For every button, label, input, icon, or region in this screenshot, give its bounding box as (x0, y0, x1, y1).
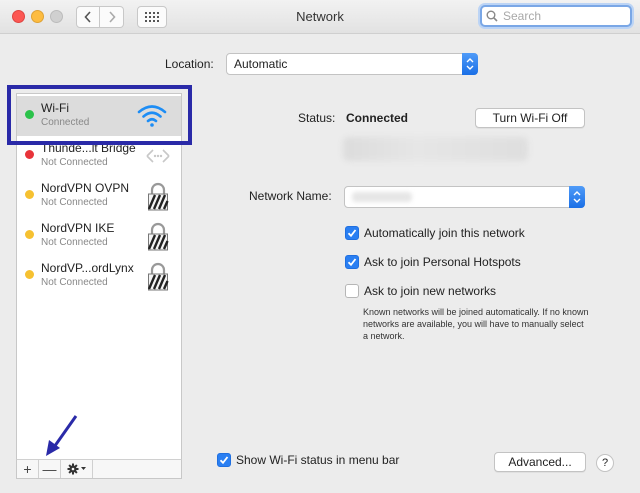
checkmark-icon (347, 258, 357, 267)
ask-new-networks-checkbox[interactable] (345, 284, 359, 298)
checkbox-label: Ask to join Personal Hotspots (364, 255, 521, 269)
service-item-nordvpn-ovpn[interactable]: NordVPN OVPN Not Connected (17, 176, 181, 216)
annotation-arrow-icon (46, 415, 78, 456)
checkbox-label: Ask to join new networks (364, 284, 497, 298)
redacted-status-detail (343, 137, 528, 161)
title-bar: Network (0, 0, 640, 34)
status-dot-yellow (25, 230, 34, 239)
search-input[interactable] (501, 8, 621, 24)
vpn-lock-icon (147, 182, 169, 211)
redacted-network-name (352, 192, 412, 202)
status-dot-red (25, 150, 34, 159)
location-label: Location: (165, 57, 214, 71)
add-service-button[interactable]: + (17, 460, 39, 478)
checkbox-label: Show Wi-Fi status in menu bar (236, 453, 400, 467)
show-wifi-status-checkbox-row[interactable]: Show Wi-Fi status in menu bar (217, 453, 399, 467)
advanced-button[interactable]: Advanced... (494, 452, 586, 472)
auto-join-checkbox[interactable] (345, 226, 359, 240)
status-dot-yellow (25, 190, 34, 199)
service-item-nordvpn-ike[interactable]: NordVPN IKE Not Connected (17, 216, 181, 256)
location-select[interactable]: Automatic (226, 53, 478, 75)
status-value: Connected (346, 111, 409, 125)
known-networks-hint: Known networks will be joined automatica… (363, 307, 589, 341)
status-label: Status: (298, 111, 336, 125)
checkbox-label: Automatically join this network (364, 226, 525, 240)
up-down-arrows-icon (466, 58, 474, 70)
show-wifi-status-checkbox[interactable] (217, 453, 231, 467)
vpn-lock-icon (147, 262, 169, 291)
service-name: NordVP...ordLynx (41, 261, 134, 275)
service-item-nordvpn-nordlynx[interactable]: NordVP...ordLynx Not Connected (17, 256, 181, 296)
sidebar-toolbar: + — (16, 459, 182, 479)
location-stepper (462, 53, 478, 75)
service-name: NordVPN IKE (41, 221, 115, 235)
ask-new-networks-checkbox-row[interactable]: Ask to join new networks (345, 284, 496, 298)
search-field[interactable] (480, 5, 632, 27)
service-status: Not Connected (41, 157, 108, 168)
annotation-highlight-box (7, 85, 192, 145)
ask-hotspots-checkbox[interactable] (345, 255, 359, 269)
remove-service-button[interactable]: — (39, 460, 61, 478)
auto-join-checkbox-row[interactable]: Automatically join this network (345, 226, 525, 240)
network-name-label: Network Name: (249, 189, 332, 203)
service-status: Not Connected (41, 277, 108, 288)
network-name-select[interactable] (344, 186, 585, 208)
turn-wifi-off-button[interactable]: Turn Wi-Fi Off (475, 108, 585, 128)
up-down-arrows-icon (573, 191, 581, 203)
thunderbolt-bridge-icon (146, 149, 170, 163)
ask-hotspots-checkbox-row[interactable]: Ask to join Personal Hotspots (345, 255, 521, 269)
network-service-list[interactable]: Wi-Fi Connected Thunde...lt Bridge Not C… (16, 93, 182, 460)
checkmark-icon (347, 229, 357, 238)
service-status: Not Connected (41, 197, 108, 208)
help-button[interactable]: ? (596, 454, 614, 472)
vpn-lock-icon (147, 222, 169, 251)
service-status: Not Connected (41, 237, 108, 248)
network-name-stepper (569, 186, 585, 208)
location-value: Automatic (234, 57, 288, 71)
status-dot-yellow (25, 270, 34, 279)
gear-icon (67, 463, 86, 475)
search-icon (486, 10, 498, 22)
service-actions-button[interactable] (61, 460, 93, 478)
service-name: NordVPN OVPN (41, 181, 130, 195)
checkmark-icon (219, 456, 229, 465)
